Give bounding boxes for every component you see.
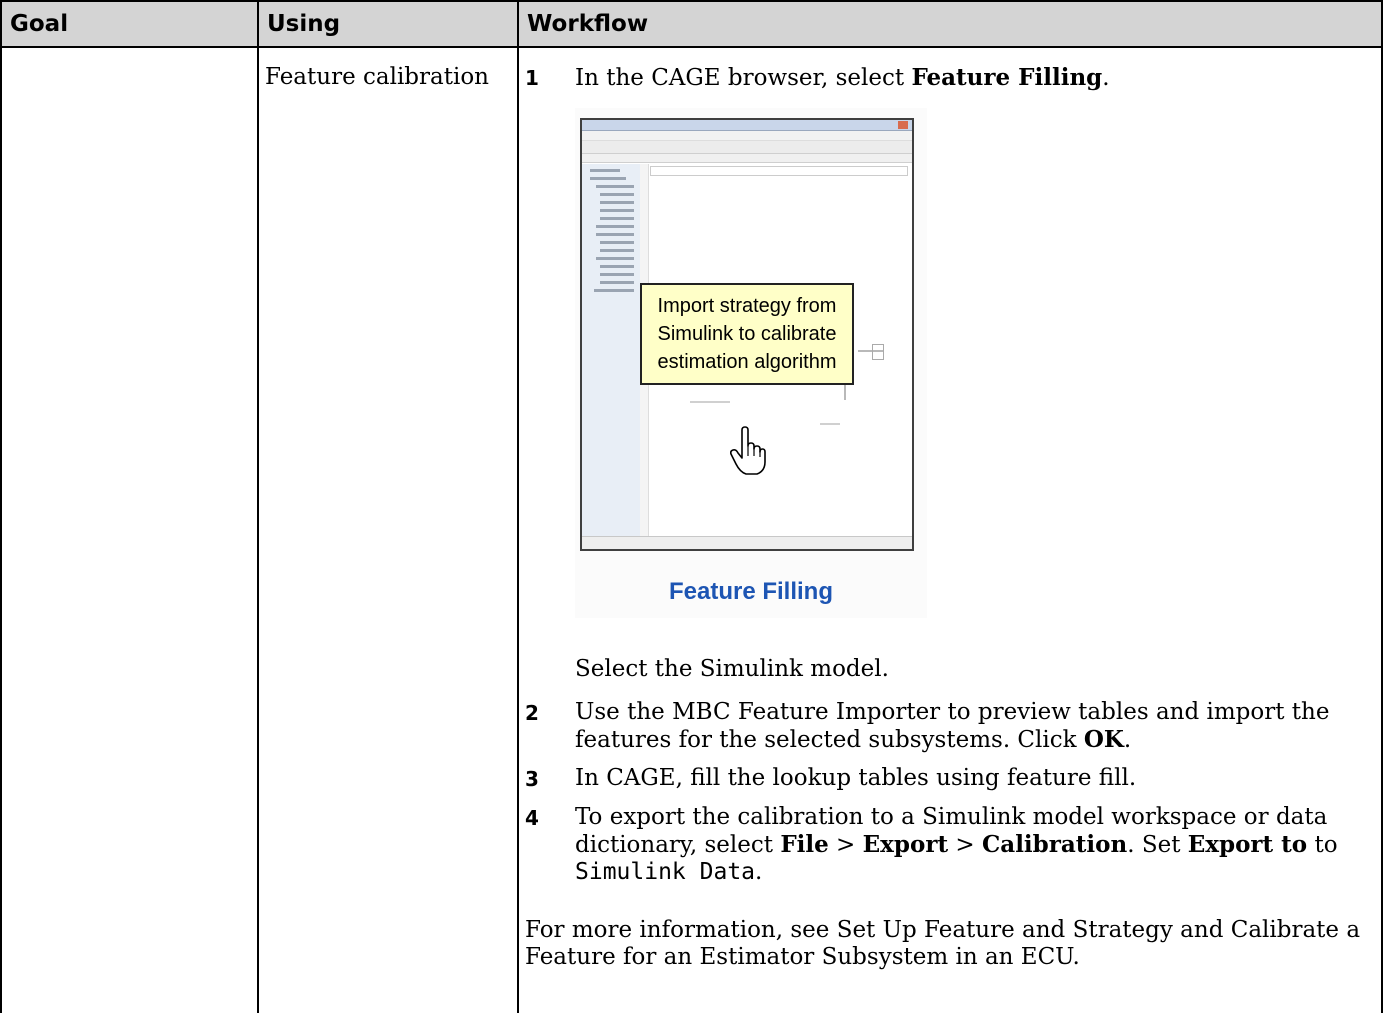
step-text-part: Use the MBC Feature Importer to preview … [575,699,1330,753]
step-4: 4 To export the calibration to a Simulin… [525,804,1373,886]
step-1: 1 In the CAGE browser, select Feature Fi… [525,64,1373,636]
window-titlebar [582,120,912,131]
step-text: In CAGE, fill the lookup tables using fe… [575,765,1137,791]
step-number: 4 [525,806,539,830]
diagram-wire [872,344,884,360]
diagram-wire [690,401,730,403]
header-workflow: Workflow [517,0,1383,48]
menu-calibration-label: Calibration [981,831,1128,858]
step-text: To export the calibration to a Simulink … [575,804,1373,886]
step-number: 1 [525,66,539,90]
using-cell: Feature calibration [257,47,519,1013]
menu-bar [582,131,912,141]
step-text-part: In the CAGE browser, select [575,65,912,91]
step-text-part: . [1102,65,1110,91]
menu-file-label: File [780,831,829,858]
diagram-wire [820,423,840,425]
step-text: Use the MBC Feature Importer to preview … [575,699,1373,754]
workflow-table: Goal Using Workflow Feature calibration … [0,0,1383,1013]
step-text-part: . Set [1127,832,1188,858]
header-goal: Goal [0,0,259,48]
thumbnail-caption: Feature Filling [668,578,833,605]
step-text-part: . [1123,727,1132,753]
step-3: 3 In CAGE, fill the lookup tables using … [525,765,1373,793]
workflow-cell: 1 In the CAGE browser, select Feature Fi… [517,47,1383,1013]
step-number: 2 [525,701,539,725]
feature-filling-thumbnail[interactable]: Import strategy from Simulink to calibra… [575,108,927,618]
table-row: Feature calibration 1 In the CAGE browse… [0,47,1383,1013]
toolbar [582,141,912,154]
callout-note: Import strategy from Simulink to calibra… [640,283,854,385]
ok-label: OK [1083,726,1124,753]
model-address-bar [650,166,908,176]
code-value: Simulink Data [575,859,756,885]
step-text-part: to [1307,832,1338,858]
header-using: Using [257,0,519,48]
step-text-part: . [755,859,763,885]
step-2: 2 Use the MBC Feature Importer to previe… [525,699,1373,754]
select-model-text: Select the Simulink model. [575,656,889,682]
step-text: In the CAGE browser, select Feature Fill… [575,64,1373,636]
menu-separator: > [948,832,982,858]
browser-tree [582,164,641,537]
table-header-row: Goal Using Workflow [0,0,1383,48]
status-bar [582,536,912,549]
feature-filling-label: Feature Filling [911,64,1103,91]
menu-export-label: Export [862,831,949,858]
close-icon [898,121,908,129]
step-number: 3 [525,767,539,791]
goal-cell [0,47,259,1013]
more-information-text: For more information, see Set Up Feature… [525,917,1361,970]
export-to-label: Export to [1187,831,1308,858]
tab-strip [582,154,912,163]
hand-pointer-icon [729,426,766,483]
menu-separator: > [828,832,863,858]
